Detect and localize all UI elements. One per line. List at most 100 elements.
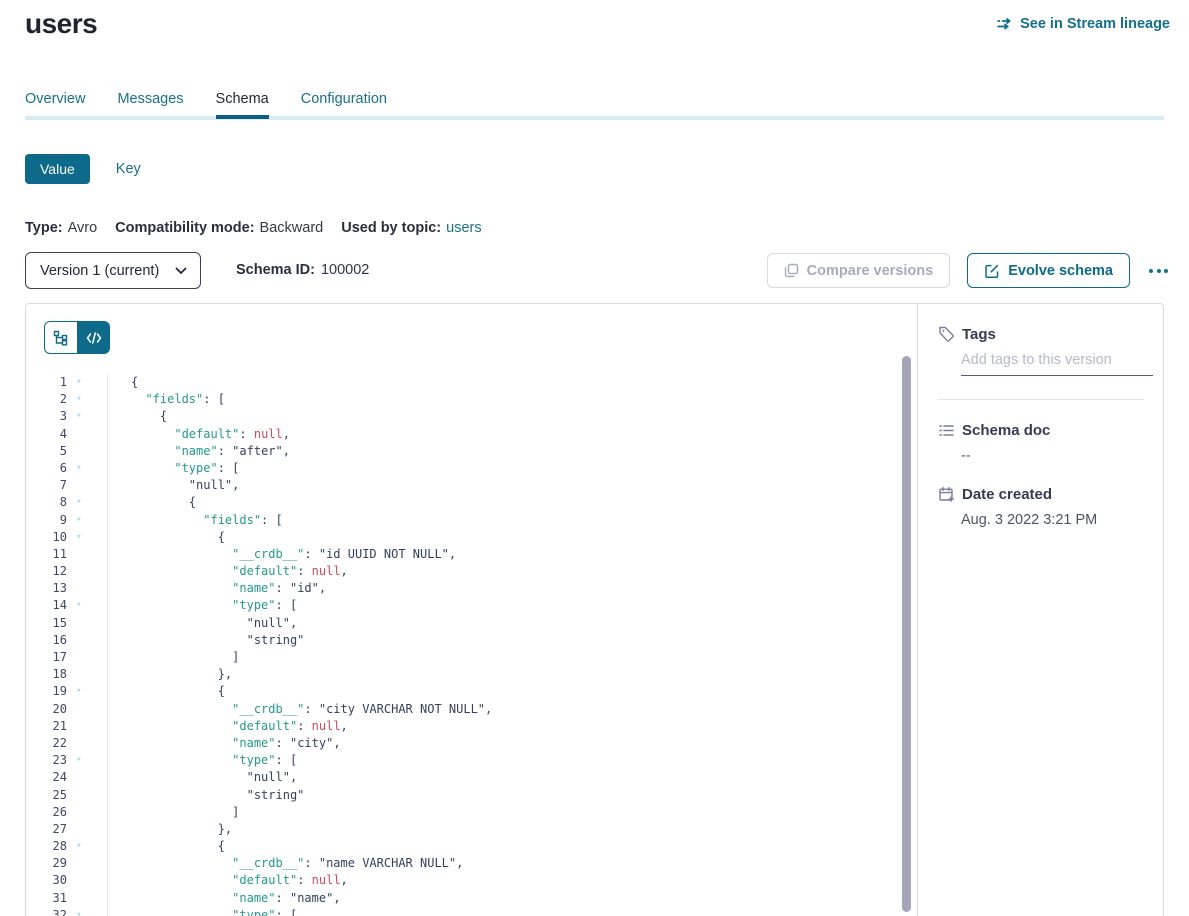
code-line: 30 "default": null, (26, 872, 917, 889)
code-line-text: "fields": [ (108, 391, 225, 408)
code-line-text: "__crdb__": "name VARCHAR NULL", (108, 855, 463, 872)
line-number: 15 (26, 615, 67, 632)
line-number: 21 (26, 718, 67, 735)
schema-editor[interactable]: 1▾{2▾ "fields": [3▾ {4 "default": null,5… (26, 304, 917, 916)
ellipsis-icon (1149, 269, 1153, 273)
editor-view-toggle (44, 321, 110, 354)
code-line: 28▾ { (26, 838, 917, 855)
code-line-text: { (108, 683, 225, 700)
see-in-stream-lineage-label: See in Stream lineage (1020, 16, 1170, 32)
tab-overview[interactable]: Overview (25, 91, 85, 115)
fold-toggle-icon[interactable]: ▾ (67, 907, 91, 916)
date-created-value: Aug. 3 2022 3:21 PM (961, 512, 1143, 528)
code-line-text: { (108, 529, 225, 546)
compare-versions-label: Compare versions (807, 263, 934, 279)
fold-toggle-icon[interactable]: ▾ (67, 374, 91, 391)
tab-configuration[interactable]: Configuration (301, 91, 387, 115)
see-in-stream-lineage-link[interactable]: See in Stream lineage (996, 16, 1170, 32)
line-number: 6 (26, 460, 67, 477)
code-line: 2▾ "fields": [ (26, 391, 917, 408)
code-line-text: "name": "name", (108, 890, 341, 907)
code-line-text: "null", (108, 477, 239, 494)
compare-versions-button[interactable]: Compare versions (767, 253, 951, 288)
version-bar: Version 1 (current) Schema ID: 100002 Co… (25, 252, 1170, 289)
fold-toggle-icon[interactable]: ▾ (67, 597, 91, 614)
code-line-text: "default": null, (108, 426, 290, 443)
tab-messages[interactable]: Messages (117, 91, 183, 115)
fold-toggle-icon[interactable]: ▾ (67, 529, 91, 546)
line-number: 9 (26, 512, 67, 529)
code-view-icon (86, 332, 102, 344)
type-value: Avro (68, 220, 98, 236)
code-line-text: "name": "after", (108, 443, 290, 460)
line-number: 30 (26, 872, 67, 889)
code-line: 5 "name": "after", (26, 443, 917, 460)
date-created-heading-label: Date created (962, 486, 1052, 503)
tags-heading: Tags (938, 326, 1143, 343)
tree-view-button[interactable] (44, 321, 77, 354)
code-line: 32▾ "type": [ (26, 907, 917, 916)
code-line: 26 ] (26, 804, 917, 821)
code-line: 25 "string" (26, 787, 917, 804)
code-line: 29 "__crdb__": "name VARCHAR NULL", (26, 855, 917, 872)
editor-scrollbar[interactable] (902, 356, 911, 912)
line-number: 4 (26, 426, 67, 443)
date-created-heading: Date created (938, 486, 1143, 503)
code-line: 9▾ "fields": [ (26, 512, 917, 529)
fold-toggle-icon[interactable]: ▾ (67, 683, 91, 700)
schema-doc-value: -- (961, 448, 1143, 464)
code-line: 12 "default": null, (26, 563, 917, 580)
line-number: 8 (26, 494, 67, 511)
schema-id-label: Schema ID: (236, 262, 315, 278)
key-toggle-button[interactable]: Key (116, 161, 141, 177)
code-line-text: "default": null, (108, 718, 348, 735)
page-title: users (25, 8, 97, 40)
schema-id-value: 100002 (321, 262, 369, 278)
tree-view-icon (53, 330, 69, 346)
fold-toggle-icon[interactable]: ▾ (67, 494, 91, 511)
code-line-text: "name": "city", (108, 735, 341, 752)
value-toggle-button[interactable]: Value (25, 154, 90, 184)
schema-id: Schema ID: 100002 (236, 262, 369, 278)
evolve-schema-label: Evolve schema (1008, 263, 1113, 279)
code-line-text: }, (108, 666, 232, 683)
fold-toggle-icon[interactable]: ▾ (67, 838, 91, 855)
fold-toggle-icon[interactable]: ▾ (67, 391, 91, 408)
code-line-text: "string" (108, 787, 304, 804)
code-line-text: "default": null, (108, 872, 348, 889)
code-line-text: "string" (108, 632, 304, 649)
line-number: 22 (26, 735, 67, 752)
type-meta: Type: Avro (25, 220, 97, 236)
code-line-text: { (108, 408, 167, 425)
schema-doc-heading-label: Schema doc (962, 422, 1050, 439)
version-select[interactable]: Version 1 (current) (25, 252, 201, 289)
line-number: 31 (26, 890, 67, 907)
fold-toggle-icon[interactable]: ▾ (67, 460, 91, 477)
fold-toggle-icon[interactable]: ▾ (67, 752, 91, 769)
more-options-button[interactable] (1147, 263, 1170, 279)
stream-lineage-icon (996, 17, 1013, 31)
line-number: 10 (26, 529, 67, 546)
tab-schema[interactable]: Schema (216, 91, 269, 115)
code-line-text: { (108, 838, 225, 855)
code-line: 17 ] (26, 649, 917, 666)
line-number: 32 (26, 907, 67, 916)
line-number: 18 (26, 666, 67, 683)
code-view-button[interactable] (77, 321, 110, 354)
code-line-text: "name": "id", (108, 580, 326, 597)
topic-link[interactable]: users (446, 220, 481, 236)
evolve-schema-button[interactable]: Evolve schema (967, 253, 1130, 288)
add-tags-input[interactable] (961, 343, 1153, 376)
code-line: 16 "string" (26, 632, 917, 649)
code-line: 27 }, (26, 821, 917, 838)
fold-toggle-icon[interactable]: ▾ (67, 408, 91, 425)
chevron-down-icon (175, 267, 187, 275)
schema-sidebar: Tags Schema doc -- (917, 304, 1163, 916)
tag-icon (938, 326, 955, 343)
line-number: 16 (26, 632, 67, 649)
list-icon (938, 423, 955, 438)
fold-toggle-icon[interactable]: ▾ (67, 512, 91, 529)
code-line: 3▾ { (26, 408, 917, 425)
compatibility-meta: Compatibility mode: Backward (115, 220, 323, 236)
schema-page: users See in Stream lineage Overview Mes… (0, 0, 1189, 916)
